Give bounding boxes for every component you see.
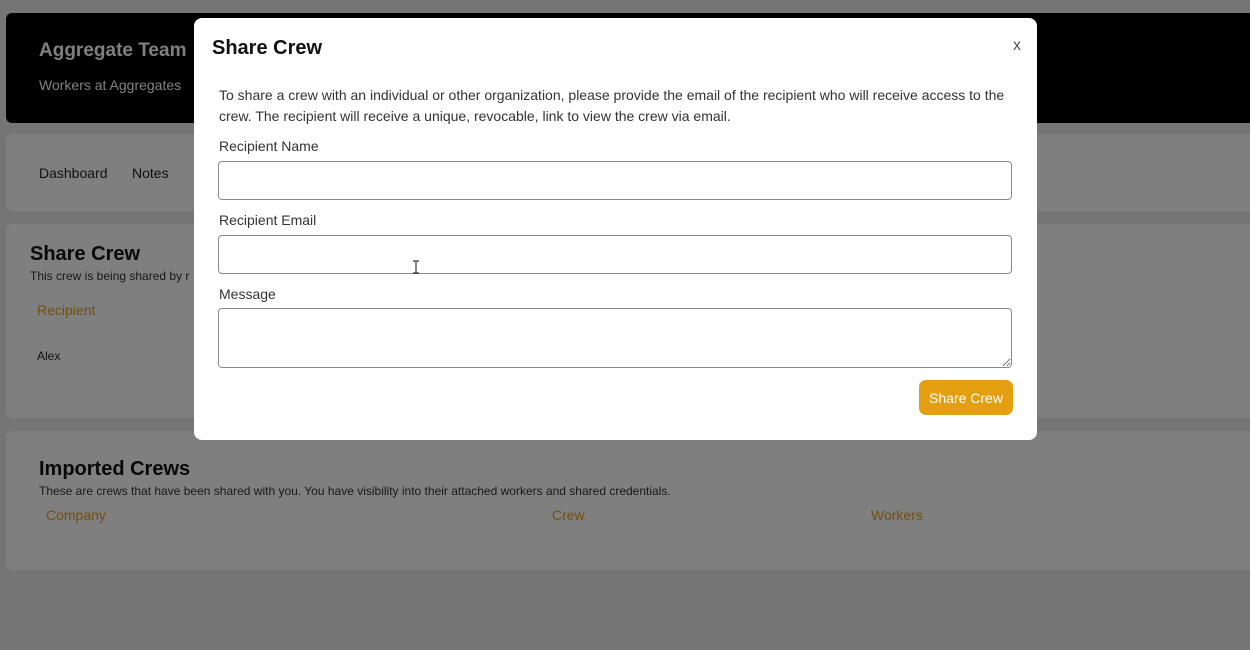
recipient-name-input[interactable] (218, 161, 1012, 200)
recipient-email-input[interactable] (218, 235, 1012, 274)
text-cursor-icon (413, 260, 419, 274)
share-crew-modal: Share Crew x To share a crew with an ind… (194, 18, 1037, 440)
share-crew-button[interactable]: Share Crew (919, 380, 1013, 415)
close-icon[interactable]: x (1013, 37, 1021, 55)
recipient-email-label: Recipient Email (219, 212, 317, 228)
modal-title: Share Crew (212, 37, 323, 59)
modal-description: To share a crew with an individual or ot… (219, 87, 1005, 124)
recipient-name-label: Recipient Name (219, 138, 319, 154)
message-textarea[interactable] (218, 308, 1012, 368)
message-label: Message (219, 286, 276, 302)
